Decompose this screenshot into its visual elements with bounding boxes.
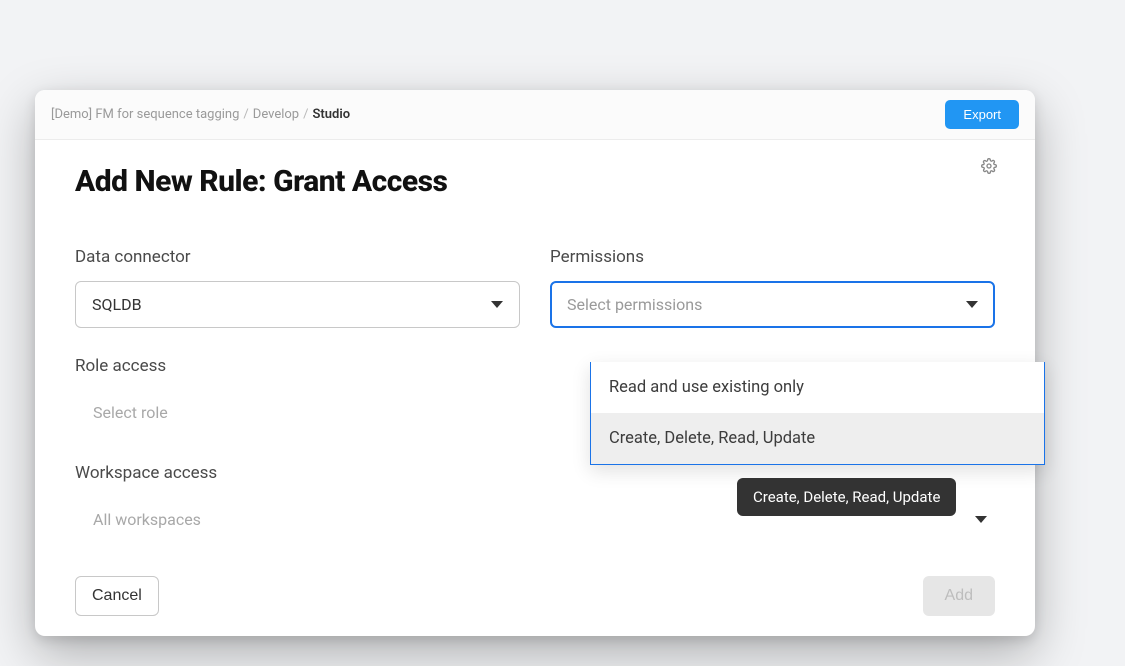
workspace-access-placeholder: All workspaces <box>93 510 201 529</box>
role-access-label: Role access <box>75 356 520 376</box>
data-connector-select[interactable]: SQLDB <box>75 281 520 328</box>
breadcrumb: [Demo] FM for sequence tagging / Develop… <box>51 107 350 122</box>
breadcrumb-separator: / <box>243 107 248 122</box>
permissions-placeholder: Select permissions <box>567 295 702 314</box>
dialog-content: Add New Rule: Grant Access Data connecto… <box>35 140 1035 636</box>
chevron-down-icon <box>975 516 987 523</box>
permissions-option[interactable]: Create, Delete, Read, Update <box>591 413 1044 464</box>
tooltip: Create, Delete, Read, Update <box>737 478 956 516</box>
breadcrumb-item[interactable]: [Demo] FM for sequence tagging <box>51 107 239 122</box>
gear-icon[interactable] <box>981 158 997 178</box>
breadcrumb-bar: [Demo] FM for sequence tagging / Develop… <box>35 90 1035 140</box>
add-button[interactable]: Add <box>923 576 995 616</box>
dialog-footer: Cancel Add <box>75 576 995 616</box>
data-connector-value: SQLDB <box>92 295 142 314</box>
dialog-panel: [Demo] FM for sequence tagging / Develop… <box>35 90 1035 636</box>
role-access-field: Role access Select role <box>75 356 520 435</box>
role-access-select[interactable]: Select role <box>75 390 520 435</box>
cancel-button[interactable]: Cancel <box>75 576 159 616</box>
chevron-down-icon <box>966 301 978 308</box>
export-button[interactable]: Export <box>945 100 1019 129</box>
permissions-label: Permissions <box>550 247 995 267</box>
permissions-option[interactable]: Read and use existing only <box>591 362 1044 413</box>
permissions-select[interactable]: Select permissions <box>550 281 995 328</box>
chevron-down-icon <box>491 301 503 308</box>
breadcrumb-current: Studio <box>312 107 350 122</box>
role-access-placeholder: Select role <box>93 403 168 422</box>
data-connector-field: Data connector SQLDB <box>75 247 520 328</box>
page-title: Add New Rule: Grant Access <box>75 164 995 199</box>
breadcrumb-separator: / <box>303 107 308 122</box>
permissions-dropdown: Read and use existing only Create, Delet… <box>590 362 1045 465</box>
permissions-field: Permissions Select permissions <box>550 247 995 328</box>
breadcrumb-item[interactable]: Develop <box>253 107 299 122</box>
data-connector-label: Data connector <box>75 247 520 267</box>
